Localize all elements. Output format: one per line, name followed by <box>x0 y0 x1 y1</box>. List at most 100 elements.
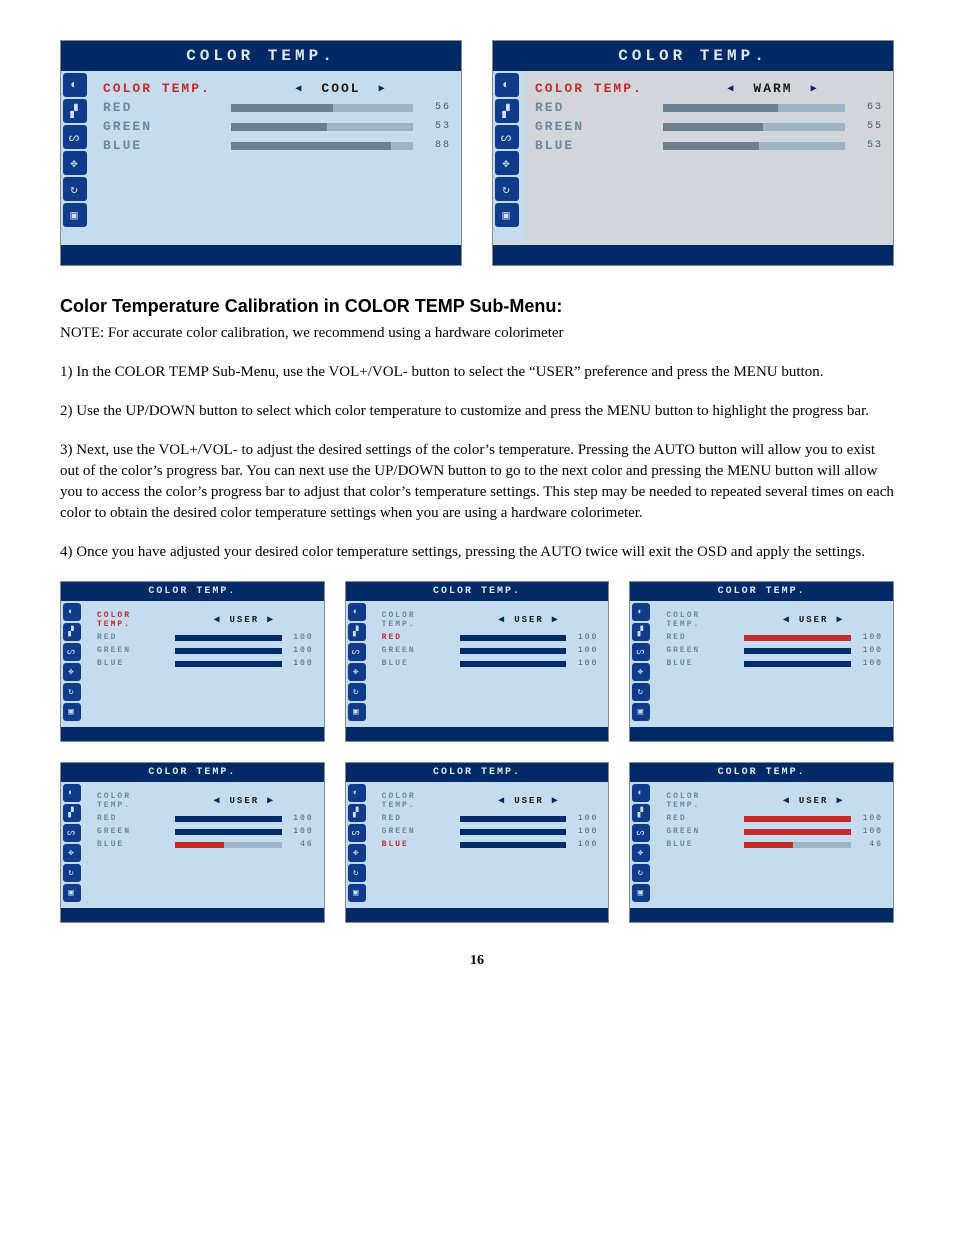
row-green[interactable]: GREEN <box>97 827 167 836</box>
slider-red[interactable] <box>175 635 282 641</box>
color-icon[interactable]: ᔕ <box>348 824 366 842</box>
position-icon[interactable]: ✥ <box>63 151 87 175</box>
brightness-icon[interactable]: ◐ <box>632 603 650 621</box>
slider-blue[interactable] <box>231 142 413 150</box>
slider-blue[interactable] <box>744 842 851 848</box>
arrow-left-icon[interactable]: ◀ <box>783 795 791 807</box>
preset-selector[interactable]: ◀ USER ▶ <box>460 614 599 626</box>
row-color-temp[interactable]: COLOR TEMP. <box>103 81 223 96</box>
arrow-right-icon[interactable]: ▶ <box>836 795 844 807</box>
reset-icon[interactable]: ↻ <box>495 177 519 201</box>
preset-selector[interactable]: ◀ COOL ▶ <box>231 81 451 96</box>
row-green[interactable]: GREEN <box>382 827 452 836</box>
color-icon[interactable]: ᔕ <box>63 125 87 149</box>
row-blue[interactable]: BLUE <box>382 659 452 668</box>
brightness-icon[interactable]: ◐ <box>63 603 81 621</box>
picture-icon[interactable]: ▞ <box>348 623 366 641</box>
slider-blue[interactable] <box>175 842 282 848</box>
brightness-icon[interactable]: ◐ <box>632 784 650 802</box>
color-icon[interactable]: ᔕ <box>63 643 81 661</box>
arrow-right-icon[interactable]: ▶ <box>552 795 560 807</box>
position-icon[interactable]: ✥ <box>348 844 366 862</box>
row-color-temp[interactable]: COLOR TEMP. <box>382 792 452 810</box>
slider-red[interactable] <box>744 635 851 641</box>
picture-icon[interactable]: ▞ <box>63 804 81 822</box>
position-icon[interactable]: ✥ <box>495 151 519 175</box>
reset-icon[interactable]: ↻ <box>348 864 366 882</box>
slider-green[interactable] <box>231 123 413 131</box>
color-icon[interactable]: ᔕ <box>632 643 650 661</box>
color-icon[interactable]: ᔕ <box>348 643 366 661</box>
preset-selector[interactable]: ◀ USER ▶ <box>460 795 599 807</box>
picture-icon[interactable]: ▞ <box>63 99 87 123</box>
row-red[interactable]: RED <box>97 633 167 642</box>
brightness-icon[interactable]: ◐ <box>495 73 519 97</box>
arrow-right-icon[interactable]: ▶ <box>267 795 275 807</box>
slider-blue[interactable] <box>460 661 567 667</box>
row-green[interactable]: GREEN <box>382 646 452 655</box>
preset-selector[interactable]: ◀ USER ▶ <box>175 614 314 626</box>
row-red[interactable]: RED <box>666 814 736 823</box>
reset-icon[interactable]: ↻ <box>632 683 650 701</box>
slider-green[interactable] <box>460 829 567 835</box>
slider-blue[interactable] <box>663 142 845 150</box>
misc-icon[interactable]: ▣ <box>348 703 366 721</box>
slider-red[interactable] <box>460 816 567 822</box>
row-green[interactable]: GREEN <box>666 827 736 836</box>
slider-red[interactable] <box>663 104 845 112</box>
arrow-left-icon[interactable]: ◀ <box>498 795 506 807</box>
preset-selector[interactable]: ◀ USER ▶ <box>744 795 883 807</box>
row-color-temp[interactable]: COLOR TEMP. <box>666 611 736 629</box>
slider-green[interactable] <box>175 648 282 654</box>
row-red[interactable]: RED <box>103 100 223 115</box>
color-icon[interactable]: ᔕ <box>495 125 519 149</box>
brightness-icon[interactable]: ◐ <box>63 784 81 802</box>
row-red[interactable]: RED <box>382 633 452 642</box>
slider-red[interactable] <box>231 104 413 112</box>
misc-icon[interactable]: ▣ <box>495 203 519 227</box>
brightness-icon[interactable]: ◐ <box>63 73 87 97</box>
misc-icon[interactable]: ▣ <box>63 703 81 721</box>
row-color-temp[interactable]: COLOR TEMP. <box>97 792 167 810</box>
slider-red[interactable] <box>460 635 567 641</box>
row-blue[interactable]: BLUE <box>535 138 655 153</box>
picture-icon[interactable]: ▞ <box>348 804 366 822</box>
slider-green[interactable] <box>175 829 282 835</box>
reset-icon[interactable]: ↻ <box>63 864 81 882</box>
row-red[interactable]: RED <box>666 633 736 642</box>
slider-red[interactable] <box>175 816 282 822</box>
row-blue[interactable]: BLUE <box>666 840 736 849</box>
picture-icon[interactable]: ▞ <box>63 623 81 641</box>
row-green[interactable]: GREEN <box>103 119 223 134</box>
arrow-left-icon[interactable]: ◀ <box>295 83 303 95</box>
preset-selector[interactable]: ◀ WARM ▶ <box>663 81 883 96</box>
preset-selector[interactable]: ◀ USER ▶ <box>175 795 314 807</box>
slider-red[interactable] <box>744 816 851 822</box>
row-color-temp[interactable]: COLOR TEMP. <box>666 792 736 810</box>
row-red[interactable]: RED <box>97 814 167 823</box>
brightness-icon[interactable]: ◐ <box>348 603 366 621</box>
slider-green[interactable] <box>744 829 851 835</box>
arrow-left-icon[interactable]: ◀ <box>213 614 221 626</box>
slider-blue[interactable] <box>460 842 567 848</box>
reset-icon[interactable]: ↻ <box>63 177 87 201</box>
brightness-icon[interactable]: ◐ <box>348 784 366 802</box>
slider-blue[interactable] <box>744 661 851 667</box>
row-color-temp[interactable]: COLOR TEMP. <box>97 611 167 629</box>
row-red[interactable]: RED <box>535 100 655 115</box>
position-icon[interactable]: ✥ <box>348 663 366 681</box>
row-green[interactable]: GREEN <box>97 646 167 655</box>
arrow-right-icon[interactable]: ▶ <box>811 83 819 95</box>
row-color-temp[interactable]: COLOR TEMP. <box>382 611 452 629</box>
slider-green[interactable] <box>744 648 851 654</box>
arrow-left-icon[interactable]: ◀ <box>783 614 791 626</box>
slider-green[interactable] <box>663 123 845 131</box>
preset-selector[interactable]: ◀ USER ▶ <box>744 614 883 626</box>
arrow-right-icon[interactable]: ▶ <box>379 83 387 95</box>
arrow-right-icon[interactable]: ▶ <box>552 614 560 626</box>
misc-icon[interactable]: ▣ <box>632 884 650 902</box>
row-blue[interactable]: BLUE <box>382 840 452 849</box>
slider-green[interactable] <box>460 648 567 654</box>
picture-icon[interactable]: ▞ <box>632 804 650 822</box>
row-blue[interactable]: BLUE <box>97 659 167 668</box>
